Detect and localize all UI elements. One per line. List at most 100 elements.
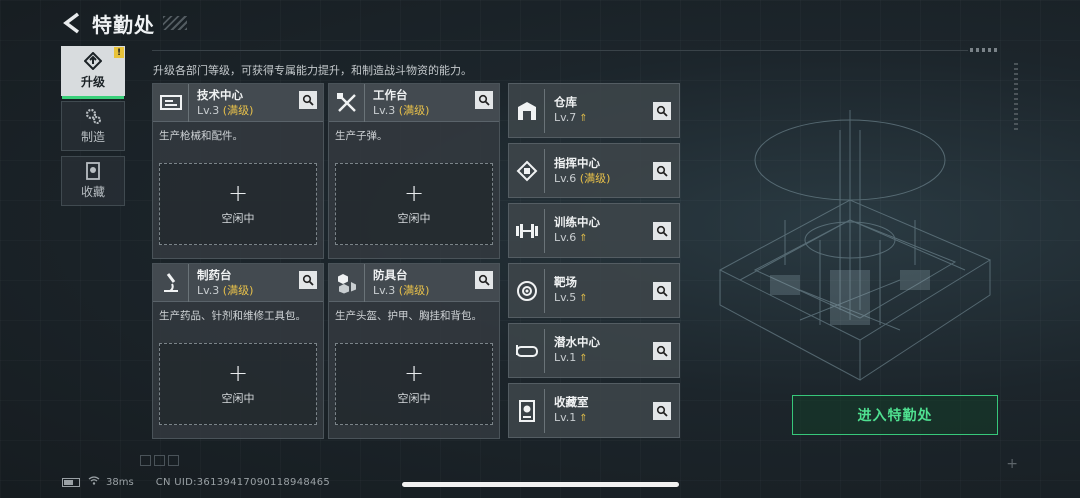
upgrade-arrow-icon: ⇑ bbox=[579, 353, 588, 364]
add-icon: + bbox=[227, 179, 249, 207]
facility-card-armor: 防具台 Lv.3 (满级) 生产头盔、护甲、胸挂和背包。 + 空闲中 bbox=[328, 263, 500, 439]
home-indicator[interactable] bbox=[402, 482, 679, 487]
department-level: Lv.1 ⇑ bbox=[554, 411, 588, 424]
card-header: 防具台 Lv.3 (满级) bbox=[329, 263, 499, 302]
add-icon: + bbox=[403, 359, 425, 387]
department-diving-center[interactable]: 潜水中心 Lv.1 ⇑ bbox=[508, 323, 680, 378]
facility-card-workbench: 工作台 Lv.3 (满级) 生产子弹。 + 空闲中 bbox=[328, 83, 500, 259]
details-button[interactable] bbox=[653, 222, 671, 240]
details-button[interactable] bbox=[653, 342, 671, 360]
search-icon bbox=[302, 274, 314, 286]
tab-collection[interactable]: 收藏 bbox=[61, 156, 125, 206]
warehouse-icon bbox=[509, 88, 545, 133]
gears-icon bbox=[84, 107, 102, 125]
details-button[interactable] bbox=[299, 91, 317, 109]
production-slot[interactable]: + 空闲中 bbox=[159, 163, 317, 245]
production-slot[interactable]: + 空闲中 bbox=[335, 163, 493, 245]
back-arrow-icon bbox=[63, 12, 80, 34]
search-icon bbox=[656, 165, 668, 177]
details-button[interactable] bbox=[475, 271, 493, 289]
sidebar: ! 升级 制造 收藏 bbox=[61, 46, 125, 211]
alert-badge: ! bbox=[114, 47, 124, 58]
facility-level: Lv.3 (满级) bbox=[373, 103, 430, 117]
tab-upgrade-label: 升级 bbox=[80, 75, 105, 89]
add-icon: + bbox=[403, 179, 425, 207]
department-name: 指挥中心 bbox=[554, 155, 600, 170]
facility-level: Lv.3 (满级) bbox=[197, 283, 254, 297]
corner-decoration bbox=[970, 48, 1000, 52]
display-case-icon bbox=[509, 388, 545, 433]
production-slot[interactable]: + 空闲中 bbox=[159, 343, 317, 425]
search-icon bbox=[656, 105, 668, 117]
bottom-decoration bbox=[140, 455, 179, 466]
search-icon bbox=[656, 285, 668, 297]
department-name: 潜水中心 bbox=[554, 335, 600, 349]
department-level: Lv.5 ⇑ bbox=[554, 291, 588, 304]
barcode-decoration bbox=[1014, 60, 1018, 130]
details-button[interactable] bbox=[653, 282, 671, 300]
facility-name: 工作台 bbox=[373, 87, 408, 102]
upgrade-arrow-icon: ⇑ bbox=[579, 113, 588, 124]
base-illustration bbox=[718, 110, 992, 381]
department-level: Lv.6 ⇑ bbox=[554, 231, 588, 244]
department-name: 靶场 bbox=[554, 275, 577, 289]
department-collection-room[interactable]: 收藏室 Lv.1 ⇑ bbox=[508, 383, 680, 438]
facility-level: Lv.3 (满级) bbox=[373, 283, 430, 297]
details-button[interactable] bbox=[475, 91, 493, 109]
tech-center-icon bbox=[153, 83, 189, 122]
production-slot[interactable]: + 空闲中 bbox=[335, 343, 493, 425]
facility-card-tech: 技术中心 Lv.3 (满级) 生产枪械和配件。 + 空闲中 bbox=[152, 83, 324, 259]
tab-craft[interactable]: 制造 bbox=[61, 101, 125, 151]
search-icon bbox=[656, 405, 668, 417]
department-command-center[interactable]: 指挥中心 Lv.6 (满级) bbox=[508, 143, 680, 198]
slot-status: 空闲中 bbox=[397, 392, 431, 405]
department-level: Lv.1 ⇑ bbox=[554, 351, 588, 364]
collection-icon bbox=[84, 162, 102, 180]
details-button[interactable] bbox=[653, 162, 671, 180]
armor-boxes-icon bbox=[329, 263, 365, 302]
search-icon bbox=[302, 94, 314, 106]
details-button[interactable] bbox=[299, 271, 317, 289]
enter-special-ops-button[interactable]: 进入特勤处 bbox=[792, 395, 998, 435]
facility-description: 生产头盔、护甲、胸挂和背包。 bbox=[335, 310, 482, 322]
card-header: 技术中心 Lv.3 (满级) bbox=[153, 83, 323, 122]
page-description: 升级各部门等级，可获得专属能力提升，和制造战斗物资的能力。 bbox=[153, 64, 472, 77]
department-training-center[interactable]: 训练中心 Lv.6 ⇑ bbox=[508, 203, 680, 258]
department-level: Lv.6 (满级) bbox=[554, 171, 611, 185]
crosshair-decoration: + bbox=[1006, 456, 1018, 472]
search-icon bbox=[478, 94, 490, 106]
dumbbell-icon bbox=[509, 208, 545, 253]
back-button[interactable] bbox=[60, 10, 84, 36]
upgrade-arrow-icon: ⇑ bbox=[579, 293, 588, 304]
search-icon bbox=[478, 274, 490, 286]
upgrade-arrow-icon: ⇑ bbox=[579, 413, 588, 424]
facility-level: Lv.3 (满级) bbox=[197, 103, 254, 117]
wifi-icon bbox=[88, 476, 100, 488]
slot-status: 空闲中 bbox=[221, 212, 255, 225]
tab-upgrade[interactable]: ! 升级 bbox=[61, 46, 125, 99]
page-title: 特勤处 bbox=[92, 12, 155, 37]
details-button[interactable] bbox=[653, 102, 671, 120]
facility-description: 生产药品、针剂和维修工具包。 bbox=[159, 310, 306, 322]
facility-description: 生产枪械和配件。 bbox=[159, 130, 243, 142]
tab-craft-label: 制造 bbox=[80, 130, 105, 144]
add-icon: + bbox=[227, 359, 249, 387]
header: 特勤处 bbox=[60, 8, 187, 38]
title-decoration bbox=[163, 16, 187, 30]
search-icon bbox=[656, 345, 668, 357]
department-shooting-range[interactable]: 靶场 Lv.5 ⇑ bbox=[508, 263, 680, 318]
slot-status: 空闲中 bbox=[397, 212, 431, 225]
upgrade-arrow-icon: ⇑ bbox=[579, 233, 588, 244]
tools-icon bbox=[329, 83, 365, 122]
tab-collection-label: 收藏 bbox=[80, 185, 105, 199]
details-button[interactable] bbox=[653, 402, 671, 420]
slot-status: 空闲中 bbox=[221, 392, 255, 405]
search-icon bbox=[656, 225, 668, 237]
department-warehouse[interactable]: 仓库 Lv.7 ⇑ bbox=[508, 83, 680, 138]
card-header: 工作台 Lv.3 (满级) bbox=[329, 83, 499, 122]
ping-value: 38ms bbox=[106, 476, 134, 488]
microscope-icon bbox=[153, 263, 189, 302]
facility-name: 技术中心 bbox=[197, 87, 243, 102]
header-divider bbox=[152, 50, 968, 51]
battery-icon bbox=[62, 477, 80, 487]
